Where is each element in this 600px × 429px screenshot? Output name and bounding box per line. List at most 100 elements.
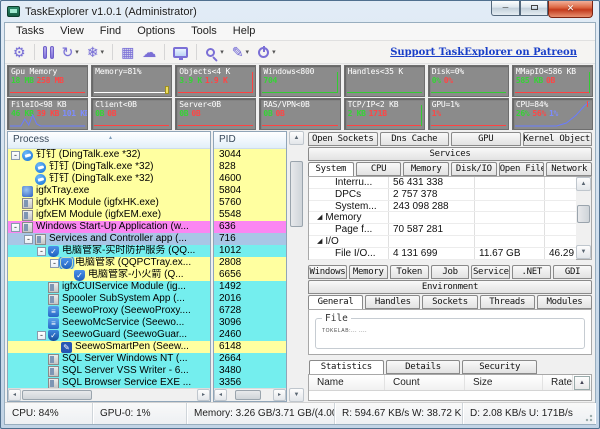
tab-open-files[interactable]: Open Files [499, 162, 545, 176]
tab-modules[interactable]: Modules [537, 295, 592, 309]
chevron-down-icon[interactable]: ▾ [220, 48, 224, 56]
tab-services[interactable]: Services [308, 147, 592, 161]
pid-cell[interactable]: 3356 [214, 377, 286, 388]
tree-expander-icon[interactable]: - [11, 223, 20, 232]
patreon-link[interactable]: Support TaskExplorer on Patreon [390, 47, 577, 58]
process-row[interactable]: SQL Server VSS Writer - 6... [8, 365, 210, 377]
process-column-header[interactable]: Process ▴ [8, 132, 210, 149]
chevron-down-icon[interactable]: ▾ [101, 48, 105, 56]
graph-disk-0[interactable]: Disk=0%0%0% [428, 65, 509, 97]
scroll-left-icon[interactable]: ◂ [214, 389, 227, 401]
graph-client-0b[interactable]: Client<0B0B0B [91, 98, 172, 130]
tab-statistics[interactable]: Statistics [309, 360, 384, 375]
pid-hscrollbar[interactable]: ◂ ▸ [214, 388, 286, 401]
process-row[interactable]: -✓SeewoGuard (SeewoGuar... [8, 329, 210, 341]
graph-cpu-84[interactable]: CPU=84%26%56%1% [512, 98, 593, 130]
graph-gpu-memory[interactable]: Gpu Memory18 MB258 MB [7, 65, 88, 97]
tab-token[interactable]: Token [390, 265, 429, 279]
tree-expander-icon[interactable]: - [11, 151, 20, 160]
tab-windows[interactable]: Windows [308, 265, 347, 279]
power-button[interactable]: ▾ [254, 45, 279, 60]
scroll-up-icon[interactable]: ▲ [576, 177, 591, 191]
process-row[interactable]: SQL Browser Service EXE ... [8, 377, 210, 388]
process-row[interactable]: Spooler SubSystem App (... [8, 293, 210, 305]
tree-expander-icon[interactable]: - [50, 259, 59, 268]
graph-ras-vpn-0b[interactable]: RAS/VPN<0B0B0B [259, 98, 340, 130]
scroll-right-icon[interactable]: ▸ [197, 389, 210, 401]
system-table-row[interactable]: DPCs2 757 378 [309, 189, 576, 201]
process-row[interactable]: -Windows Start-Up Application (w... [8, 221, 210, 233]
process-row[interactable]: igfxEM Module (igfxEM.exe) [8, 209, 210, 221]
tab-disk-io[interactable]: Disk/IO [451, 162, 497, 176]
pid-cell[interactable]: 6728 [214, 305, 286, 317]
process-row[interactable]: -✓电脑管家 (QQPCTray.ex... [8, 257, 210, 269]
tab-open-sockets[interactable]: Open Sockets [308, 132, 378, 146]
graph-objects-4-k[interactable]: Objects<4 K3.9 K1.9 K [175, 65, 256, 97]
graph-windows-800[interactable]: Windows<800704 [259, 65, 340, 97]
scroll-right-icon[interactable]: ▸ [273, 389, 286, 401]
menu-view[interactable]: View [52, 23, 92, 40]
pid-cell[interactable]: 5548 [214, 209, 286, 221]
close-button[interactable]: ✕ [548, 1, 593, 18]
hscroll-track[interactable] [227, 389, 273, 401]
minimize-button[interactable]: ─ [491, 1, 520, 16]
chevron-down-icon[interactable]: ▾ [272, 48, 276, 56]
tab-net[interactable]: .NET [512, 265, 551, 279]
process-row[interactable]: -✓电脑管家-实时防护服务 (QQ... [8, 245, 210, 257]
pid-cell[interactable]: 6148 [214, 341, 286, 353]
settings-button[interactable]: ⚙ [10, 42, 29, 62]
pid-cell[interactable]: 3044 [214, 149, 286, 161]
freeze-button[interactable]: ❄▾ [84, 42, 107, 62]
graph-tcp-ip-2-kb[interactable]: TCP/IP<2 KB2 KB171B [344, 98, 425, 130]
process-row[interactable]: SQL Server Windows NT (... [8, 353, 210, 365]
menu-find[interactable]: Find [92, 23, 129, 40]
process-row[interactable]: 钉钉 (DingTalk.exe *32) [8, 161, 210, 173]
tree-expander-icon[interactable]: - [24, 235, 33, 244]
tree-expander-icon[interactable]: - [37, 331, 46, 340]
stat-column-name[interactable]: Name [309, 375, 385, 390]
stat-column-rate[interactable]: Rate [543, 375, 573, 390]
pid-cell[interactable]: 2664 [214, 353, 286, 365]
scroll-down-icon[interactable]: ▼ [576, 245, 591, 259]
graph-server-0b[interactable]: Server<0B0B0B [175, 98, 256, 130]
pid-cell[interactable]: 636 [214, 221, 286, 233]
cleanup-button[interactable]: ✎▾ [229, 42, 252, 62]
expanded-arrow-icon[interactable]: ◢ [317, 236, 322, 247]
menu-tools[interactable]: Tools [183, 23, 225, 40]
system-table-row[interactable]: File I/O...4 131 69911.67 GB46.29 KB [309, 248, 576, 260]
menu-help[interactable]: Help [225, 23, 264, 40]
monitor-button[interactable] [170, 46, 191, 59]
schedule-button[interactable]: ▦ [118, 42, 137, 62]
tab-security[interactable]: Security [462, 360, 537, 374]
system-table-vscrollbar[interactable]: ▲ ▼ [576, 177, 591, 259]
pause-button[interactable] [40, 45, 57, 60]
hscroll-thumb[interactable] [22, 390, 92, 400]
vscroll-track[interactable] [289, 145, 304, 388]
pid-cell[interactable]: 828 [214, 161, 286, 173]
expanded-arrow-icon[interactable]: ◢ [317, 212, 322, 223]
pid-cell[interactable]: 2016 [214, 293, 286, 305]
tab-gdi[interactable]: GDI [553, 265, 592, 279]
system-table-row[interactable]: Interru...56 431 338 [309, 177, 576, 189]
process-row[interactable]: 钉钉 (DingTalk.exe *32) [8, 173, 210, 185]
graph-fileio-98-kb[interactable]: FileIO<98 KB46 KB39 KB101 KB [7, 98, 88, 130]
process-row[interactable]: ✓电脑管家-小火箭 (Q... [8, 269, 210, 281]
pid-cell[interactable]: 1012 [214, 245, 286, 257]
vscroll-thumb[interactable] [577, 205, 590, 223]
system-table-row[interactable]: System...243 098 288 [309, 201, 576, 213]
search-button[interactable]: ▾ [202, 45, 227, 60]
pid-cell[interactable]: 5804 [214, 185, 286, 197]
sort-button[interactable]: ▲ [574, 376, 590, 390]
tab-sockets[interactable]: Sockets [422, 295, 477, 309]
tab-details[interactable]: Details [386, 360, 461, 374]
process-row[interactable]: igfxCUIService Module (ig... [8, 281, 210, 293]
pid-cell[interactable]: 6656 [214, 269, 286, 281]
process-row[interactable]: igfxTray.exe [8, 185, 210, 197]
graph-memory-81[interactable]: Memory=81% [91, 65, 172, 97]
tab-memory[interactable]: Memory [349, 265, 388, 279]
process-row[interactable]: ✎SeewoSmartPen (Seew... [8, 341, 210, 353]
pid-cell[interactable]: 2460 [214, 329, 286, 341]
pid-column-header[interactable]: PID [214, 132, 286, 149]
stat-column-count[interactable]: Count [385, 375, 465, 390]
vscroll-thumb[interactable] [290, 161, 303, 227]
